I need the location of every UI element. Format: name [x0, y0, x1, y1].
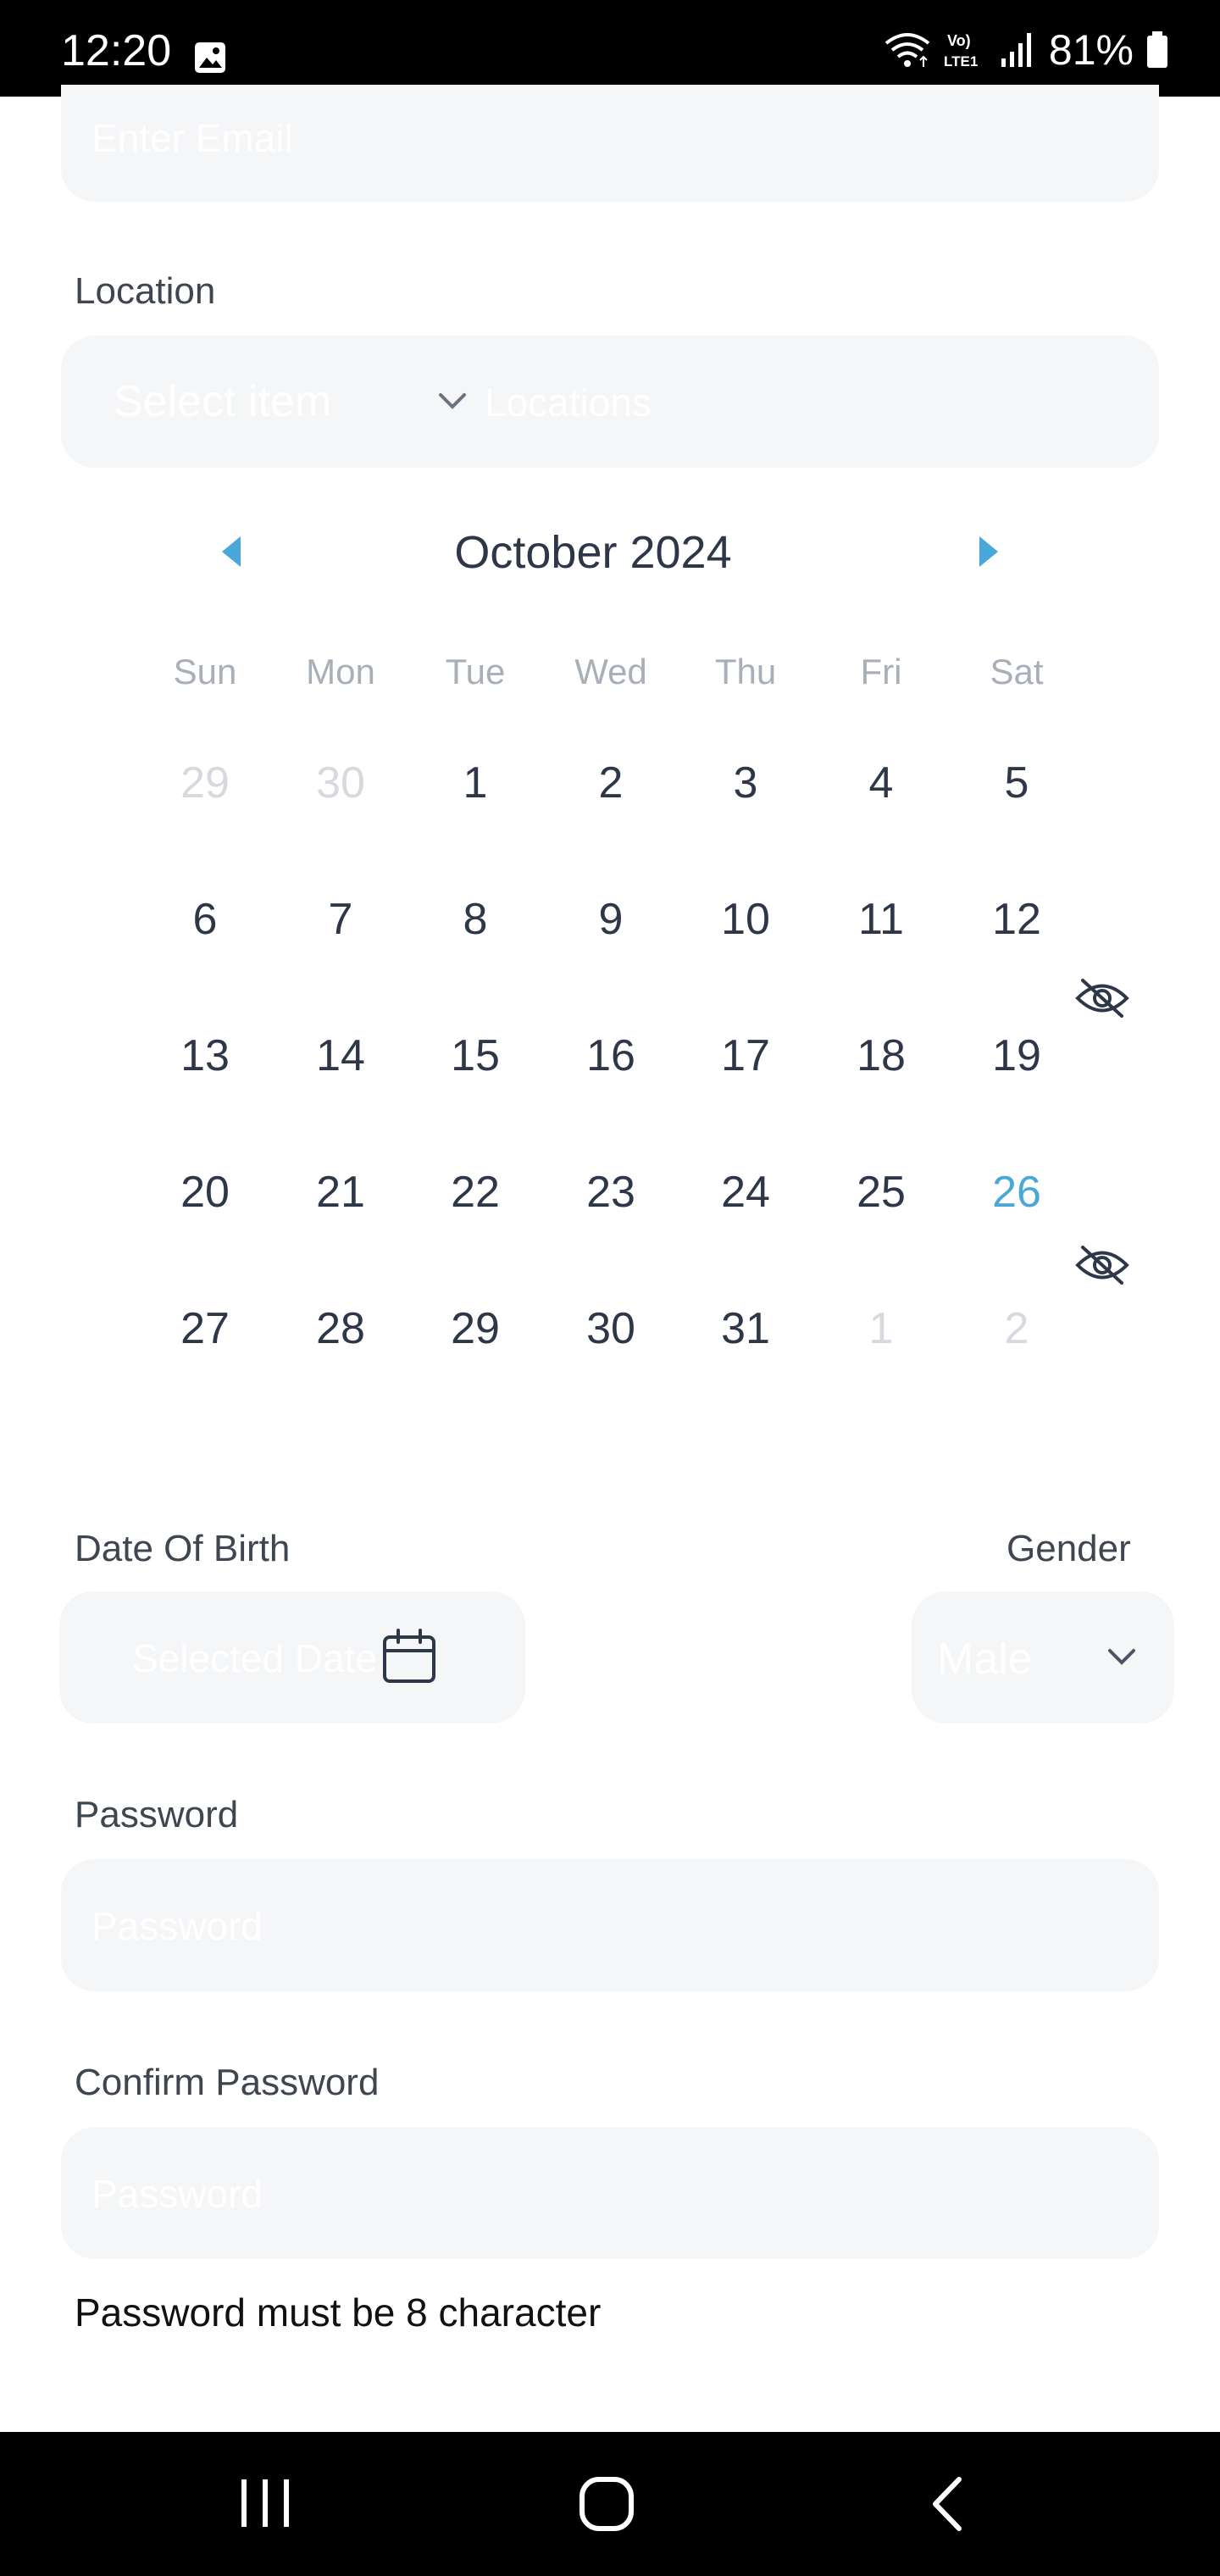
- calendar-day[interactable]: 6: [154, 897, 256, 941]
- calendar-day[interactable]: 10: [695, 897, 796, 941]
- calendar-day[interactable]: 30: [560, 1307, 662, 1351]
- calendar-day[interactable]: 9: [560, 897, 662, 941]
- location-select[interactable]: Select item: [114, 376, 486, 427]
- calendar-day[interactable]: 5: [966, 761, 1068, 805]
- weekday-label: Sun: [173, 652, 237, 691]
- calendar-day[interactable]: 26: [966, 1170, 1068, 1214]
- wifi-icon: [884, 33, 930, 67]
- gender-select[interactable]: Male: [912, 1591, 1174, 1724]
- calendar-day[interactable]: 11: [830, 897, 932, 941]
- dob-label: Date Of Birth: [75, 1528, 291, 1569]
- password-field[interactable]: Password: [61, 1859, 1159, 1991]
- home-icon[interactable]: [577, 2474, 636, 2534]
- status-bar: 12:20 Vo) LTE1 81%: [0, 0, 1220, 97]
- gallery-notification-icon: [195, 42, 225, 73]
- location-select-placeholder: Select item: [114, 380, 332, 424]
- calendar-day[interactable]: 13: [154, 1034, 256, 1078]
- calendar-day[interactable]: 8: [424, 897, 526, 941]
- calendar-day-outside-month: 2: [1004, 1304, 1029, 1353]
- signal-icon: [1001, 33, 1031, 67]
- navigation-bar: [0, 2432, 1220, 2576]
- svg-text:Vo): Vo): [947, 32, 971, 49]
- email-field[interactable]: Enter Email: [61, 85, 1159, 202]
- calendar-day[interactable]: 27: [154, 1307, 256, 1351]
- calendar-day[interactable]: 24: [695, 1170, 796, 1214]
- eye-off-icon[interactable]: [1074, 1244, 1130, 1286]
- calendar-icon[interactable]: [381, 1629, 437, 1685]
- gender-value: Male: [937, 1637, 1033, 1681]
- svg-text:LTE1: LTE1: [944, 53, 978, 69]
- password-helper-text: Password must be 8 character: [75, 2290, 602, 2334]
- calendar-day[interactable]: 18: [830, 1034, 932, 1078]
- battery-icon: [1147, 31, 1167, 68]
- chevron-down-icon: [1108, 1649, 1135, 1665]
- calendar-day[interactable]: 1: [424, 761, 526, 805]
- status-icons: Vo) LTE1 81%: [883, 29, 1169, 71]
- volte-lte-icon: Vo) LTE1: [944, 32, 978, 69]
- confirm-password-placeholder: Password: [92, 2174, 263, 2213]
- location-field: Select item Locations: [61, 336, 1159, 468]
- email-placeholder: Enter Email: [92, 119, 293, 158]
- location-label: Location: [75, 270, 216, 312]
- calendar-day[interactable]: 29: [424, 1307, 526, 1351]
- calendar-day[interactable]: 21: [290, 1170, 391, 1214]
- calendar-day[interactable]: 28: [290, 1307, 391, 1351]
- dob-field[interactable]: Selected Date: [59, 1591, 525, 1724]
- chevron-down-icon: [439, 393, 466, 409]
- calendar-day[interactable]: 16: [560, 1034, 662, 1078]
- battery-percent: 81%: [1048, 26, 1134, 74]
- calendar-day[interactable]: 22: [424, 1170, 526, 1214]
- confirm-password-label: Confirm Password: [75, 2062, 380, 2103]
- eye-off-icon[interactable]: [1074, 977, 1130, 1019]
- calendar-day-outside-month: 30: [316, 758, 365, 808]
- calendar-day[interactable]: 2: [560, 761, 662, 805]
- calendar-month-title: October 2024: [454, 527, 732, 578]
- password-placeholder: Password: [92, 1907, 263, 1946]
- weekday-label: Sat: [990, 652, 1044, 691]
- calendar-day[interactable]: 20: [154, 1170, 256, 1214]
- calendar-day[interactable]: 25: [830, 1170, 932, 1214]
- calendar-day[interactable]: 15: [424, 1034, 526, 1078]
- calendar-day[interactable]: 19: [966, 1034, 1068, 1078]
- calendar-day[interactable]: 3: [695, 761, 796, 805]
- calendar-day[interactable]: 31: [695, 1307, 796, 1351]
- calendar-day[interactable]: 17: [695, 1034, 796, 1078]
- calendar-day[interactable]: 12: [966, 897, 1068, 941]
- next-month-icon[interactable]: [979, 536, 998, 567]
- weekday-label: Wed: [574, 652, 647, 691]
- dob-placeholder: Selected Date: [132, 1639, 377, 1678]
- gender-label: Gender: [1006, 1528, 1131, 1569]
- weekday-label: Tue: [445, 652, 506, 691]
- password-label: Password: [75, 1794, 239, 1835]
- back-icon[interactable]: [927, 2474, 969, 2534]
- calendar-day-outside-month: 1: [868, 1304, 894, 1353]
- weekday-label: Thu: [714, 652, 777, 691]
- calendar-day[interactable]: 14: [290, 1034, 391, 1078]
- calendar-day[interactable]: 4: [830, 761, 932, 805]
- calendar-day-outside-month: 29: [180, 758, 230, 808]
- weekday-label: Mon: [306, 652, 375, 691]
- calendar-day[interactable]: 23: [560, 1170, 662, 1214]
- weekday-label: Fri: [860, 652, 902, 691]
- calendar-day[interactable]: 7: [290, 897, 391, 941]
- status-time: 12:20: [61, 26, 172, 75]
- confirm-password-field[interactable]: Password: [61, 2127, 1159, 2259]
- recent-apps-icon[interactable]: [236, 2476, 295, 2530]
- location-input-placeholder[interactable]: Locations: [485, 383, 652, 422]
